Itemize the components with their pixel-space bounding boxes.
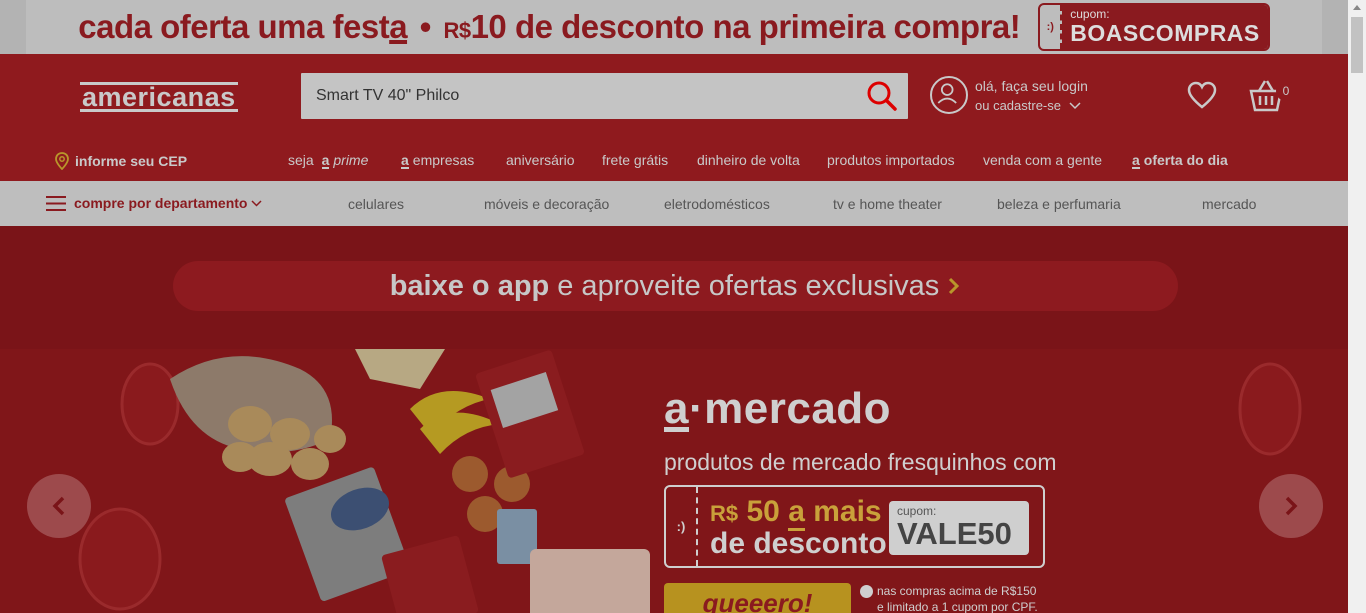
page-scrollbar[interactable] bbox=[1348, 0, 1366, 613]
terms-line-1: nas compras acima de R$150 bbox=[877, 584, 1037, 598]
promo-text-start: cada oferta uma fest bbox=[78, 8, 390, 45]
promo-separator: • bbox=[419, 8, 432, 45]
promo-text-end: 10 de desconto na primeira compra! bbox=[470, 8, 1021, 45]
search-icon[interactable] bbox=[866, 80, 898, 112]
signup-link[interactable]: ou cadastre-se bbox=[975, 98, 1088, 113]
coupon-code: BOASCOMPRAS bbox=[1070, 20, 1260, 46]
chevron-left-icon bbox=[52, 496, 65, 516]
dept-mercado[interactable]: mercado bbox=[1202, 196, 1256, 212]
americanas-logo[interactable]: americanas bbox=[80, 82, 238, 112]
department-bar: compre por departamento celulares móveis… bbox=[0, 181, 1348, 226]
location-pin-icon bbox=[55, 152, 69, 170]
nav-oferta-label: oferta do dia bbox=[1143, 152, 1228, 168]
promo-text-a: a bbox=[389, 8, 408, 45]
hero-subtitle: produtos de mercado fresquinhos com bbox=[664, 449, 1057, 475]
a-mark-icon: a bbox=[1132, 152, 1140, 169]
coupon-label: cupom: bbox=[1070, 7, 1110, 21]
search-bar bbox=[301, 73, 908, 119]
nav-prime-label: prime bbox=[333, 152, 369, 168]
nav-venda-com-a-gente[interactable]: venda com a gente bbox=[983, 152, 1102, 168]
dept-eletrodomesticos[interactable]: eletrodomésticos bbox=[664, 196, 770, 212]
user-account-icon[interactable] bbox=[930, 76, 968, 114]
info-icon bbox=[860, 585, 873, 598]
coupon-smile-icon: :) bbox=[666, 487, 698, 566]
nav-dinheiro-de-volta[interactable]: dinheiro de volta bbox=[697, 152, 800, 168]
app-banner-text: e aproveite ofertas exclusivas bbox=[557, 269, 940, 302]
department-menu-button[interactable]: compre por departamento bbox=[46, 195, 263, 211]
promo-coupon[interactable]: :) cupom: BOASCOMPRAS bbox=[1038, 3, 1270, 51]
scrollbar-thumb[interactable] bbox=[1351, 17, 1363, 73]
cep-label: informe seu CEP bbox=[75, 153, 188, 169]
queeero-cta-button[interactable]: queeero! bbox=[664, 583, 851, 613]
site-header: americanas olá, faça seu login ou cadast… bbox=[0, 54, 1348, 181]
hero-coupon: :) R$ 50 a mais de desconto cupom: VALE5… bbox=[664, 485, 1045, 568]
download-app-banner[interactable]: baixe o app e aproveite ofertas exclusiv… bbox=[173, 261, 1178, 311]
top-promo-banner[interactable]: cada oferta uma festa • R$10 de desconto… bbox=[0, 0, 1348, 54]
coupon-body: cupom: BOASCOMPRAS bbox=[1062, 5, 1268, 49]
scroll-up-arrow-icon[interactable] bbox=[1353, 5, 1361, 10]
nav-aniversario[interactable]: aniversário bbox=[506, 152, 574, 168]
chevron-down-icon bbox=[251, 199, 263, 207]
cart-count-badge: 0 bbox=[1276, 81, 1296, 101]
hero-carousel-slide[interactable]: a·mercado produtos de mercado fresquinho… bbox=[0, 349, 1348, 613]
chevron-right-icon bbox=[949, 277, 960, 295]
nav-prime-prefix: seja bbox=[288, 152, 314, 168]
app-banner-bold: baixe o app bbox=[389, 269, 550, 302]
a-mark-icon: a bbox=[788, 495, 805, 531]
hero-title-text: ·mercado bbox=[688, 384, 892, 433]
search-input[interactable] bbox=[301, 73, 851, 119]
secondary-nav: informe seu CEP seja a prime a empresas an… bbox=[0, 150, 1348, 174]
hero-product-image bbox=[78, 349, 650, 613]
a-mark-icon: a bbox=[321, 152, 330, 169]
carousel-prev-button[interactable] bbox=[27, 474, 91, 538]
cep-selector[interactable]: informe seu CEP bbox=[55, 152, 187, 170]
carousel-next-button[interactable] bbox=[1259, 474, 1323, 538]
nav-prime[interactable]: seja a prime bbox=[288, 152, 368, 169]
promo-headline: cada oferta uma festa • R$10 de desconto… bbox=[78, 8, 1021, 46]
hero-terms: nas compras acima de R$150 e limitado a … bbox=[877, 583, 1038, 613]
a-mark-icon: a bbox=[401, 152, 409, 169]
coupon-code-box: cupom: VALE50 bbox=[889, 501, 1029, 555]
coupon-value: 50 bbox=[746, 495, 780, 528]
chevron-down-icon bbox=[1069, 102, 1081, 110]
favorites-heart-icon[interactable] bbox=[1187, 81, 1217, 109]
dept-celulares[interactable]: celulares bbox=[348, 196, 404, 212]
promo-content[interactable]: cada oferta uma festa • R$10 de desconto… bbox=[26, 0, 1322, 54]
signup-label: ou cadastre-se bbox=[975, 98, 1061, 113]
terms-line-2: e limitado a 1 cupom por CPF. bbox=[877, 600, 1038, 613]
hero-title: a·mercado bbox=[664, 384, 891, 434]
login-link[interactable]: olá, faça seu login ou cadastre-se bbox=[975, 78, 1088, 113]
dept-tv-home-theater[interactable]: tv e home theater bbox=[833, 196, 942, 212]
dept-moveis-decoracao[interactable]: móveis e decoração bbox=[484, 196, 609, 212]
chevron-right-icon bbox=[1285, 496, 1298, 516]
coupon-discount-line: de desconto bbox=[710, 527, 887, 560]
department-menu-label: compre por departamento bbox=[74, 195, 248, 211]
nav-frete-gratis[interactable]: frete grátis bbox=[602, 152, 668, 168]
hamburger-menu-icon bbox=[46, 195, 66, 211]
coupon-smile-icon: :) bbox=[1040, 5, 1063, 49]
coupon-currency: R$ bbox=[710, 501, 739, 526]
balloon-decoration bbox=[1238, 362, 1302, 456]
coupon-more: mais bbox=[813, 495, 882, 528]
login-prompt[interactable]: olá, faça seu login bbox=[975, 78, 1088, 94]
coupon-value-line: R$ 50 a mais bbox=[710, 495, 882, 531]
dept-beleza-perfumaria[interactable]: beleza e perfumaria bbox=[997, 196, 1121, 212]
promo-currency: R$ bbox=[443, 18, 471, 43]
coupon-code: VALE50 bbox=[897, 516, 1012, 551]
a-mark-icon: a bbox=[664, 384, 689, 433]
nav-empresas-label: empresas bbox=[412, 152, 475, 168]
main-content: baixe o app e aproveite ofertas exclusiv… bbox=[0, 226, 1348, 613]
nav-oferta-do-dia[interactable]: a oferta do dia bbox=[1132, 152, 1228, 169]
nav-empresas[interactable]: a empresas bbox=[401, 152, 474, 169]
nav-produtos-importados[interactable]: produtos importados bbox=[827, 152, 955, 168]
